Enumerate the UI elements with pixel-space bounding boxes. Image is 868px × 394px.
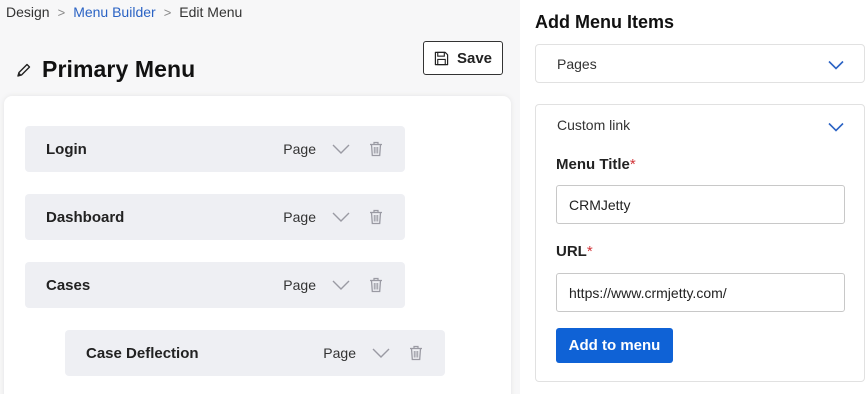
menu-item-label: Cases [46, 276, 91, 294]
menu-item-row[interactable]: Login Page [25, 126, 405, 172]
chevron-down-icon[interactable] [828, 60, 844, 70]
breadcrumb-edit-menu: Edit Menu [179, 4, 243, 20]
menu-item-label: Login [46, 140, 87, 158]
menu-item-type: Page [283, 141, 316, 157]
menu-item-row[interactable]: Dashboard Page [25, 194, 405, 240]
trash-icon[interactable] [369, 277, 383, 293]
menu-item-type: Page [323, 345, 356, 361]
required-marker: * [586, 243, 593, 260]
menu-title: Primary Menu [42, 56, 196, 82]
chevron-down-icon[interactable] [332, 279, 350, 291]
custom-link-accordion-label: Custom link [557, 117, 631, 133]
breadcrumb-separator: > [57, 4, 66, 20]
add-menu-items-panel: Add Menu Items Pages Custom link Menu Ti… [524, 0, 868, 394]
trash-icon[interactable] [409, 345, 423, 361]
panel-title: Add Menu Items [535, 12, 675, 32]
pages-accordion-header[interactable]: Pages [536, 45, 864, 85]
menu-title-label-text: Menu Title [556, 156, 630, 173]
pencil-icon[interactable] [16, 62, 32, 78]
custom-link-accordion: Custom link Menu Title* URL* Add to menu [535, 104, 865, 382]
menu-item-type: Page [283, 209, 316, 225]
custom-link-accordion-header[interactable]: Custom link [536, 105, 864, 145]
save-button[interactable]: Save [423, 41, 503, 75]
menu-title-field-label: Menu Title* [556, 156, 636, 173]
menu-item-label: Case Deflection [86, 344, 199, 362]
add-to-menu-button[interactable]: Add to menu [556, 328, 673, 363]
floppy-disk-icon [434, 51, 449, 66]
page: Design > Menu Builder > Edit Menu Primar… [0, 0, 868, 394]
chevron-down-icon[interactable] [332, 211, 350, 223]
trash-icon[interactable] [369, 141, 383, 157]
menu-item-label: Dashboard [46, 208, 125, 226]
pages-accordion: Pages [535, 44, 865, 83]
pages-accordion-label: Pages [557, 56, 597, 72]
url-input[interactable] [556, 273, 845, 312]
breadcrumb: Design > Menu Builder > Edit Menu [6, 4, 242, 20]
trash-icon[interactable] [369, 209, 383, 225]
menu-title-row: Primary Menu [16, 56, 195, 83]
save-button-label: Save [456, 49, 493, 67]
url-label-text: URL [556, 243, 587, 260]
menu-item-type: Page [283, 277, 316, 293]
menu-editor-pane: Design > Menu Builder > Edit Menu Primar… [0, 0, 520, 394]
breadcrumb-design[interactable]: Design [6, 4, 50, 20]
breadcrumb-menu-builder[interactable]: Menu Builder [73, 4, 156, 20]
menu-title-input[interactable] [556, 185, 845, 224]
chevron-down-icon[interactable] [372, 347, 390, 359]
url-field-label: URL* [556, 243, 593, 260]
breadcrumb-separator: > [163, 4, 172, 20]
chevron-down-icon[interactable] [828, 122, 844, 132]
chevron-down-icon[interactable] [332, 143, 350, 155]
menu-structure-card: Login Page Dashboard Page Cases Page Case Defl… [4, 96, 511, 394]
required-marker: * [629, 156, 636, 173]
menu-item-row[interactable]: Cases Page [25, 262, 405, 308]
menu-item-row[interactable]: Case Deflection Page [65, 330, 445, 376]
